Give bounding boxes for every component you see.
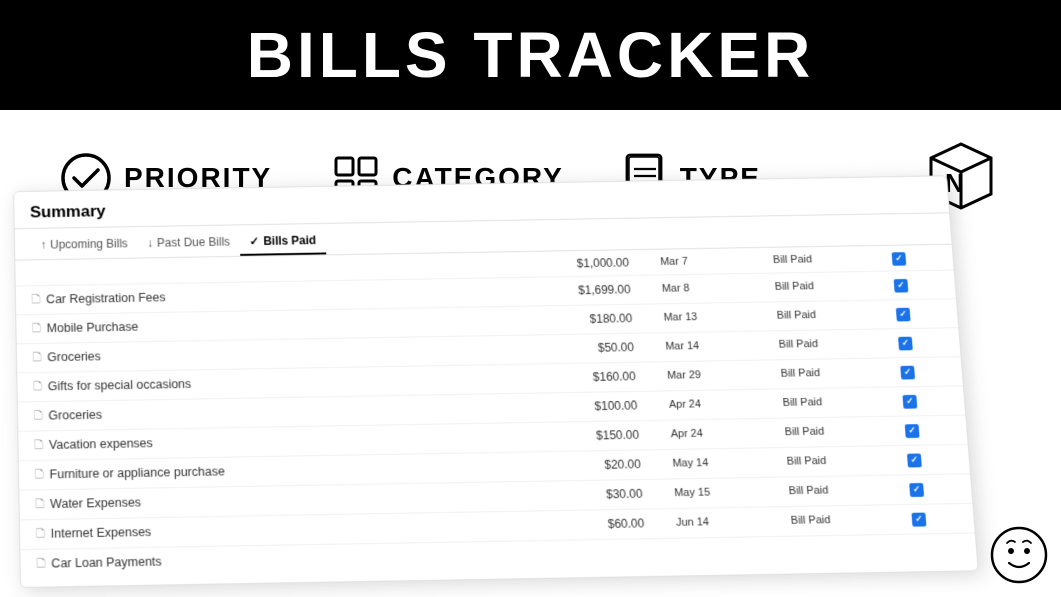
bill-status: Bill Paid [766, 386, 888, 417]
bill-date: Mar 13 [647, 301, 762, 332]
bill-name: Gifts for special occasions [48, 377, 192, 393]
bill-checkbox[interactable] [884, 356, 963, 386]
bill-name: Car Loan Payments [51, 554, 162, 570]
bill-checkbox[interactable] [875, 244, 953, 270]
bill-name: Mobile Purchase [47, 320, 139, 335]
bill-status: Bill Paid [758, 270, 879, 301]
bill-checkbox[interactable] [897, 532, 977, 563]
bill-date [661, 535, 778, 566]
bills-table: $1,000.00Mar 7Bill Paid🗋Car Registration… [15, 244, 977, 578]
pastdue-arrow: ↓ [147, 236, 153, 249]
bill-date: Mar 7 [644, 247, 758, 274]
bill-date: Apr 24 [654, 417, 770, 448]
bill-date: Jun 14 [659, 506, 776, 538]
face-avatar [989, 525, 1049, 585]
bill-amount: $30.00 [514, 478, 659, 510]
bill-status: Bill Paid [764, 357, 886, 388]
bill-status: Bill Paid [770, 445, 893, 477]
row-doc-icon: 🗋 [36, 524, 45, 543]
bill-checkbox[interactable] [877, 269, 956, 299]
bill-amount [517, 537, 663, 569]
bill-amount: $160.00 [508, 361, 652, 393]
bill-amount: $1,000.00 [502, 249, 645, 276]
bill-amount: $50.00 [507, 332, 651, 363]
bill-checkbox[interactable] [895, 502, 975, 533]
bill-name: Vacation expenses [49, 436, 153, 452]
bill-name: Groceries [47, 349, 101, 363]
billspaid-check: ✓ [249, 234, 259, 248]
bill-date: Mar 8 [645, 272, 760, 303]
bill-status: Bill Paid [768, 415, 890, 446]
header-banner: BILLS TRACKER [0, 0, 1061, 110]
bill-status: Bill Paid [774, 504, 897, 536]
page-title: BILLS TRACKER [247, 18, 815, 92]
bill-status: Bill Paid [762, 328, 884, 359]
bill-name: Groceries [48, 407, 102, 422]
bill-checkbox[interactable] [888, 414, 967, 445]
bills-panel: Summary ↑ Upcoming Bills ↓ Past Due Bill… [13, 175, 979, 587]
bill-checkbox[interactable] [886, 385, 965, 416]
tab-upcoming[interactable]: ↑ Upcoming Bills [30, 232, 137, 259]
bill-date: Mar 14 [649, 330, 764, 361]
row-doc-icon: 🗋 [35, 494, 44, 513]
bill-date: May 14 [656, 447, 772, 478]
bill-name: Internet Expenses [51, 525, 152, 541]
bill-amount: $20.00 [512, 449, 657, 481]
bill-checkbox[interactable] [893, 473, 973, 504]
row-doc-icon: 🗋 [35, 465, 44, 484]
row-doc-icon: 🗋 [32, 319, 41, 337]
bill-checkbox[interactable] [879, 298, 958, 328]
bill-date: Apr 24 [652, 388, 768, 419]
row-doc-icon: 🗋 [31, 290, 40, 308]
tab-billspaid[interactable]: ✓ Bills Paid [239, 229, 326, 255]
bill-date: May 15 [658, 476, 774, 508]
bill-amount: $100.00 [509, 390, 654, 422]
bill-name: Furniture or appliance purchase [50, 464, 225, 481]
row-doc-icon: 🗋 [33, 348, 42, 367]
bill-amount: $1,699.00 [504, 274, 647, 305]
bill-date: Mar 29 [651, 359, 767, 390]
bill-name: Water Expenses [50, 495, 141, 510]
bill-amount: $150.00 [511, 419, 656, 451]
bill-status [776, 533, 899, 564]
bill-amount: $180.00 [505, 303, 649, 334]
row-doc-icon: 🗋 [34, 435, 43, 454]
bill-status: Bill Paid [760, 299, 881, 330]
row-doc-icon: 🗋 [36, 554, 45, 573]
upcoming-arrow: ↑ [40, 238, 46, 251]
row-doc-icon: 🗋 [33, 377, 42, 396]
bill-amount: $60.00 [515, 508, 661, 540]
row-doc-icon: 🗋 [34, 406, 43, 425]
bill-checkbox[interactable] [882, 327, 961, 357]
bill-name: Car Registration Fees [46, 290, 166, 305]
bill-checkbox[interactable] [890, 443, 970, 474]
bill-status: Bill Paid [772, 474, 895, 506]
tab-pastdue[interactable]: ↓ Past Due Bills [137, 231, 240, 258]
bill-status: Bill Paid [757, 245, 878, 272]
